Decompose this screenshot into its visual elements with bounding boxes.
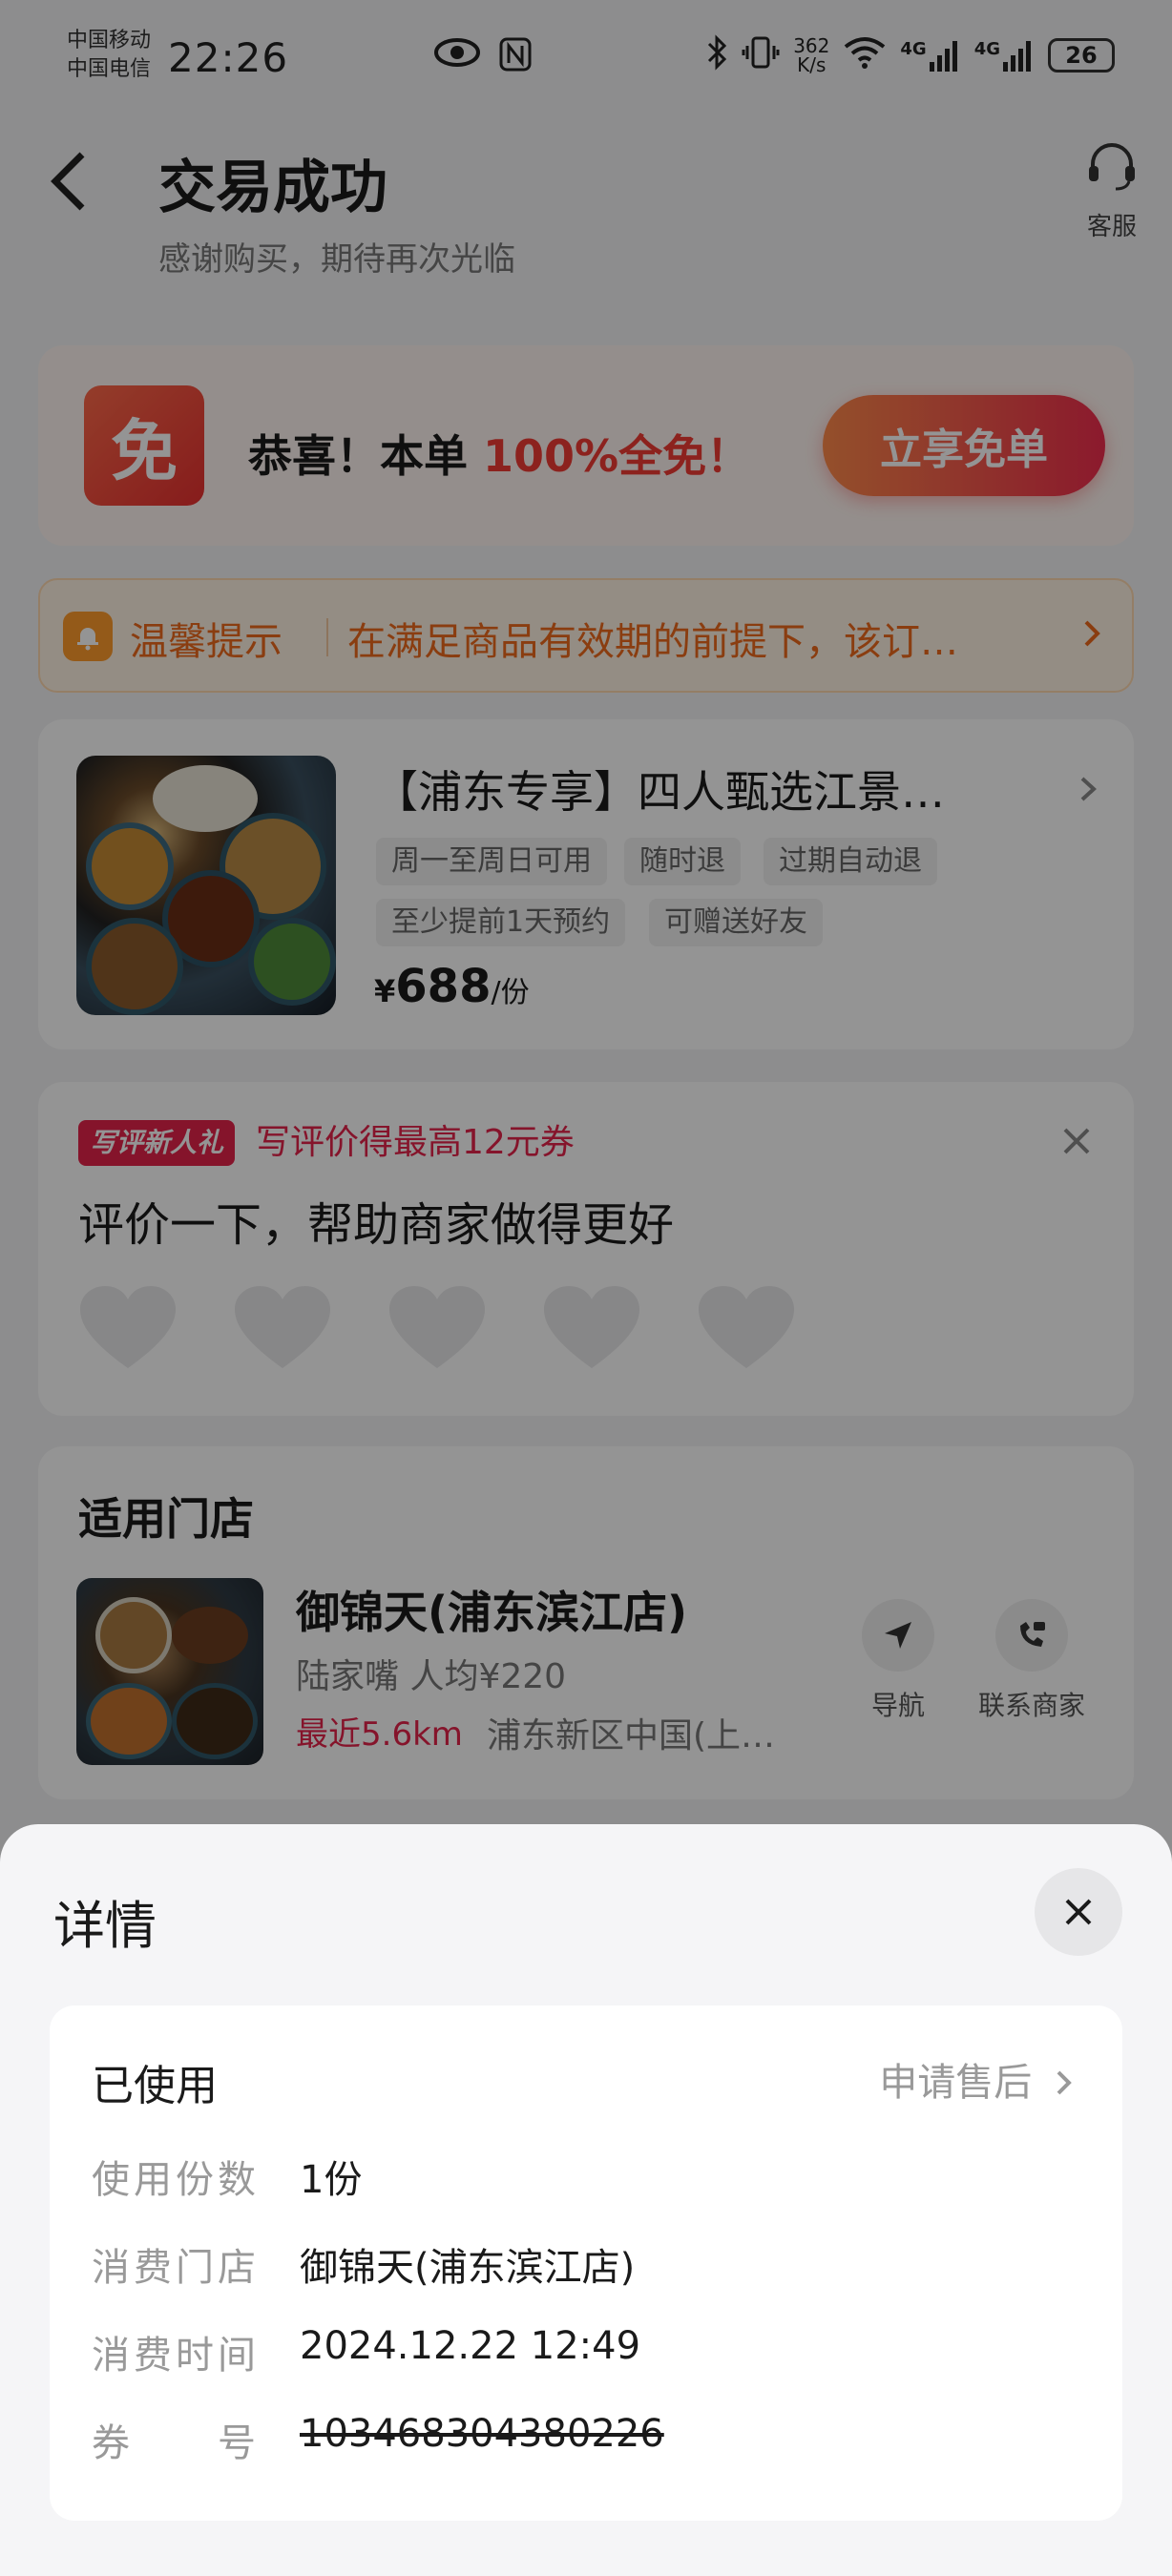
detail-row-label: 消费时间 bbox=[92, 2334, 260, 2378]
usage-detail-card: 已使用 申请售后 使用份数 1份 消费门店 御锦天(浦东滨江店) 消费时间 20… bbox=[50, 2005, 1122, 2521]
detail-row-value: 1份 bbox=[300, 2158, 363, 2202]
after-sale-link[interactable]: 申请售后 bbox=[879, 2051, 1075, 2107]
detail-row-label: 券 号 bbox=[92, 2421, 260, 2465]
detail-row-value: 御锦天(浦东滨江店) bbox=[300, 2246, 636, 2290]
chevron-right-icon bbox=[1057, 2070, 1072, 2095]
after-sale-label: 申请售后 bbox=[879, 2061, 1033, 2105]
voucher-number: 103468304380226 bbox=[300, 2412, 664, 2456]
detail-row-label: 消费门店 bbox=[92, 2246, 260, 2290]
sheet-title: 详情 bbox=[53, 1896, 157, 1956]
detail-row-label: 使用份数 bbox=[92, 2158, 260, 2202]
detail-row-value: 2024.12.22 12:49 bbox=[300, 2324, 641, 2368]
details-sheet: 详情 已使用 申请售后 使用份数 1份 消费门店 御锦天(浦东滨江店) 消费时间… bbox=[0, 1824, 1172, 2576]
close-icon bbox=[1065, 1899, 1092, 1925]
usage-status: 已使用 bbox=[92, 2062, 218, 2110]
close-sheet-button[interactable] bbox=[1035, 1868, 1122, 1956]
